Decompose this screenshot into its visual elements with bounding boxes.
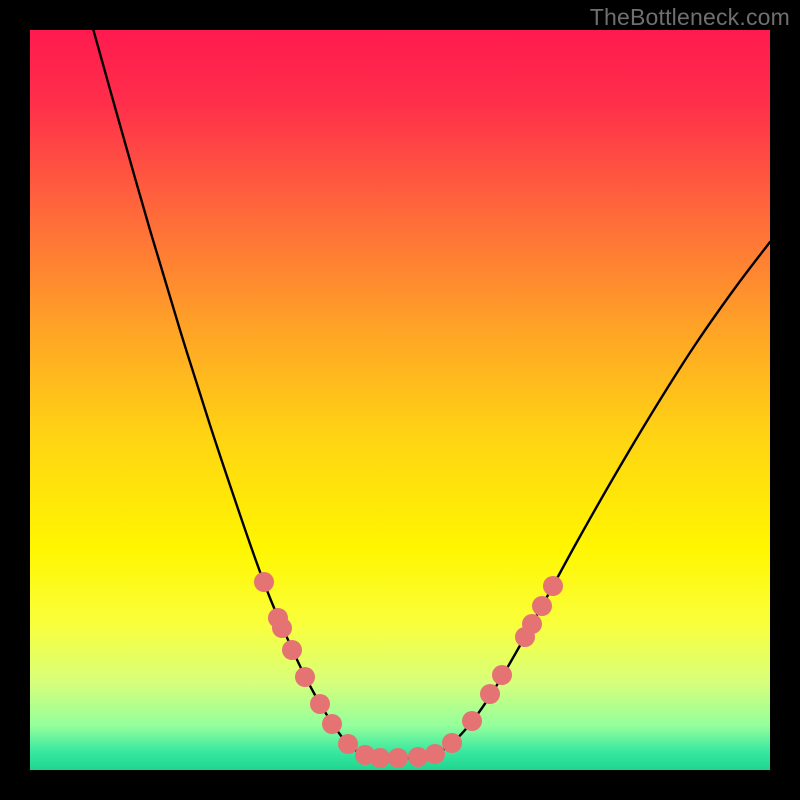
curve-left-arm (92, 30, 362, 754)
marker-dot (370, 748, 390, 768)
plot-area (30, 30, 770, 770)
marker-dot (408, 747, 428, 767)
marker-dot (272, 618, 292, 638)
marker-dot (310, 694, 330, 714)
marker-dot (254, 572, 274, 592)
marker-dot (532, 596, 552, 616)
marker-dot (295, 667, 315, 687)
marker-dot (322, 714, 342, 734)
marker-dot (282, 640, 302, 660)
marker-dot (442, 733, 462, 753)
bottleneck-curve (30, 30, 770, 770)
marker-dot (543, 576, 563, 596)
marker-dot (388, 748, 408, 768)
curve-right-arm (438, 242, 770, 753)
marker-dot (338, 734, 358, 754)
chart-frame: TheBottleneck.com (0, 0, 800, 800)
marker-dot (522, 614, 542, 634)
marker-dot (492, 665, 512, 685)
marker-dot (425, 744, 445, 764)
watermark-text: TheBottleneck.com (590, 4, 790, 31)
marker-dot (480, 684, 500, 704)
marker-dot (462, 711, 482, 731)
